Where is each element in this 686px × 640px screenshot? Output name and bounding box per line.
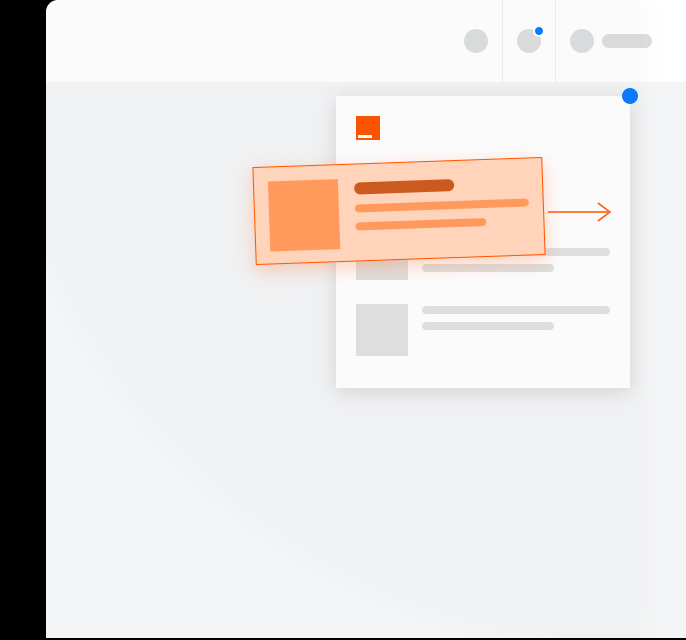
thumbnail-icon <box>268 179 340 251</box>
highlighted-notification[interactable] <box>252 157 545 265</box>
title-placeholder <box>354 179 454 194</box>
arrow-right-icon <box>548 200 618 224</box>
text-placeholder <box>355 218 486 231</box>
text-placeholder <box>355 198 529 212</box>
